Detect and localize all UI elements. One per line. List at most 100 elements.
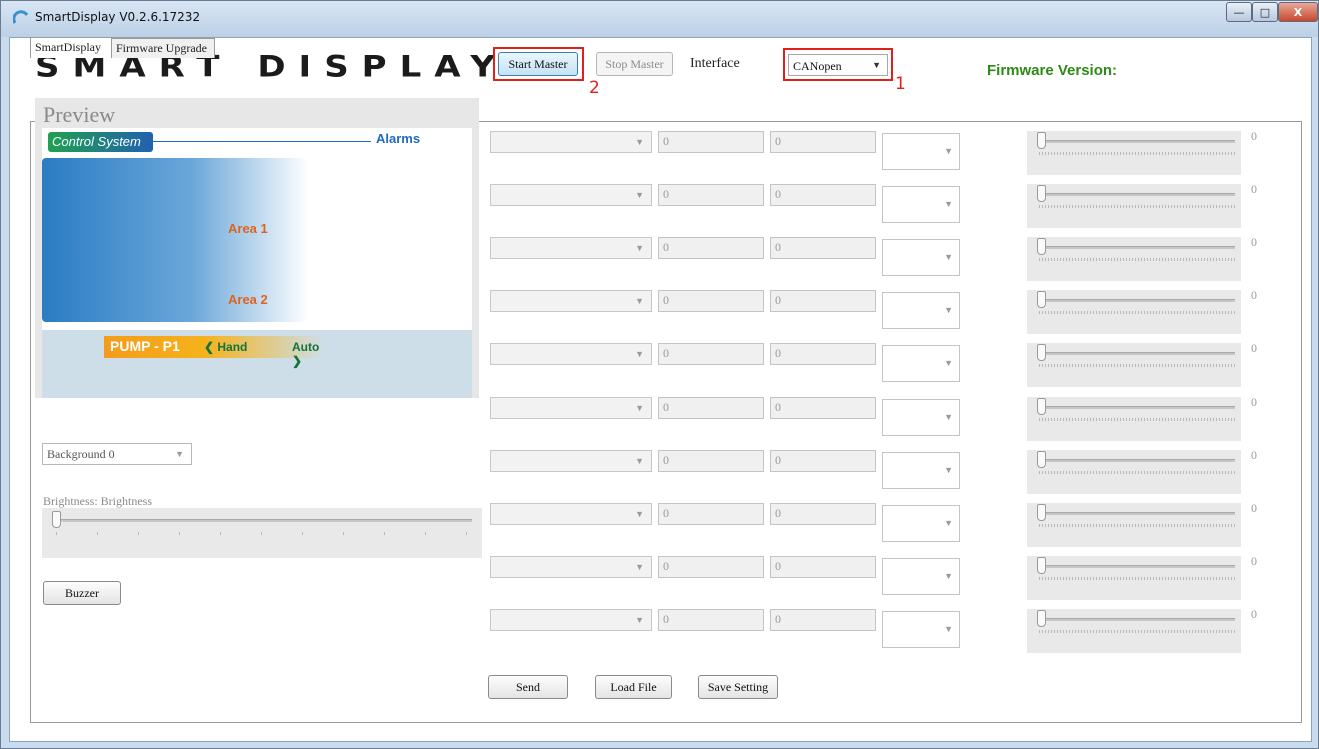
chevron-down-icon: ▼	[944, 518, 953, 528]
maximize-icon: □	[1259, 5, 1271, 19]
row-select[interactable]: ▼	[490, 503, 652, 525]
brightness-thumb[interactable]	[52, 511, 61, 528]
chevron-down-icon: ▼	[635, 403, 644, 413]
row-slider[interactable]	[1027, 503, 1241, 547]
row-updown[interactable]: ▼	[882, 239, 960, 276]
row-select[interactable]: ▼	[490, 290, 652, 312]
row-slider-track	[1037, 246, 1235, 249]
chevron-down-icon: ▼	[944, 305, 953, 315]
send-button[interactable]: Send	[488, 675, 568, 699]
row-slider[interactable]	[1027, 131, 1241, 175]
row-slider-thumb[interactable]	[1037, 132, 1046, 149]
row-value-a[interactable]: 0	[658, 184, 764, 206]
row-slider-track	[1037, 352, 1235, 355]
row-value-a[interactable]: 0	[658, 237, 764, 259]
row-slider-thumb[interactable]	[1037, 238, 1046, 255]
row-slider-thumb[interactable]	[1037, 557, 1046, 574]
row-slider-value: 0	[1251, 182, 1257, 196]
row-slider-thumb[interactable]	[1037, 451, 1046, 468]
row-value-b[interactable]: 0	[770, 503, 876, 525]
row-slider-track	[1037, 565, 1235, 568]
row-value-a[interactable]: 0	[658, 290, 764, 312]
row-updown[interactable]: ▼	[882, 345, 960, 382]
row-slider-value: 0	[1251, 288, 1257, 302]
row-updown[interactable]: ▼	[882, 186, 960, 223]
row-slider-thumb[interactable]	[1037, 185, 1046, 202]
row-select[interactable]: ▼	[490, 556, 652, 578]
chevron-down-icon: ▼	[635, 137, 644, 147]
alarm-line	[153, 141, 371, 142]
row-value-a[interactable]: 0	[658, 343, 764, 365]
brightness-slider[interactable]	[42, 508, 482, 558]
load-file-button[interactable]: Load File	[595, 675, 672, 699]
chevron-down-icon: ▼	[944, 146, 953, 156]
row-slider[interactable]	[1027, 237, 1241, 281]
row-value-b[interactable]: 0	[770, 397, 876, 419]
row-updown[interactable]: ▼	[882, 558, 960, 595]
chevron-down-icon: ▼	[635, 190, 644, 200]
row-value-b[interactable]: 0	[770, 450, 876, 472]
row-select[interactable]: ▼	[490, 343, 652, 365]
row-select[interactable]: ▼	[490, 450, 652, 472]
row-slider-value: 0	[1251, 501, 1257, 515]
row-slider-thumb[interactable]	[1037, 398, 1046, 415]
row-slider[interactable]	[1027, 397, 1241, 441]
row-value-b[interactable]: 0	[770, 556, 876, 578]
row-value-a[interactable]: 0	[658, 609, 764, 631]
row-value-a[interactable]: 0	[658, 556, 764, 578]
chevron-down-icon: ▼	[944, 252, 953, 262]
annotation-1: 1	[895, 74, 906, 94]
row-value-b[interactable]: 0	[770, 131, 876, 153]
pump-badge: PUMP - P1 ❮ Hand Auto ❯	[104, 336, 324, 368]
row-select[interactable]: ▼	[490, 131, 652, 153]
row-slider-thumb[interactable]	[1037, 504, 1046, 521]
row-select[interactable]: ▼	[490, 609, 652, 631]
background-select[interactable]: Background 0 ▼	[42, 443, 192, 465]
row-slider[interactable]	[1027, 609, 1241, 653]
row-value-b[interactable]: 0	[770, 237, 876, 259]
row-updown[interactable]: ▼	[882, 292, 960, 329]
row-slider-thumb[interactable]	[1037, 344, 1046, 361]
row-slider[interactable]	[1027, 290, 1241, 334]
maximize-button[interactable]: □	[1252, 2, 1278, 22]
annotation-2: 2	[589, 78, 600, 98]
row-slider-thumb[interactable]	[1037, 610, 1046, 627]
row-value-a[interactable]: 0	[658, 503, 764, 525]
minimize-button[interactable]: —	[1226, 2, 1252, 22]
row-slider-thumb[interactable]	[1037, 291, 1046, 308]
tab-smartdisplay[interactable]: SmartDisplay	[30, 37, 112, 58]
row-value-b[interactable]: 0	[770, 343, 876, 365]
row-slider[interactable]	[1027, 450, 1241, 494]
brightness-label: Brightness: Brightness	[43, 494, 153, 508]
tab-firmware-upgrade[interactable]: Firmware Upgrade	[111, 38, 215, 58]
row-slider-ticks	[1039, 311, 1235, 314]
title-bar[interactable]: SmartDisplay V0.2.6.17232 — □ X	[1, 1, 1318, 37]
stop-master-button[interactable]: Stop Master	[596, 52, 673, 76]
hand-label: ❮ Hand	[204, 340, 248, 354]
row-slider[interactable]	[1027, 184, 1241, 228]
save-setting-button[interactable]: Save Setting	[698, 675, 778, 699]
row-value-b[interactable]: 0	[770, 184, 876, 206]
row-value-b[interactable]: 0	[770, 290, 876, 312]
row-updown[interactable]: ▼	[882, 505, 960, 542]
buzzer-button[interactable]: Buzzer	[43, 581, 121, 605]
row-slider[interactable]	[1027, 343, 1241, 387]
row-select[interactable]: ▼	[490, 184, 652, 206]
close-button[interactable]: X	[1278, 2, 1318, 22]
row-slider-ticks	[1039, 205, 1235, 208]
background-select-value: Background 0	[47, 447, 115, 461]
row-value-a[interactable]: 0	[658, 397, 764, 419]
row-slider[interactable]	[1027, 556, 1241, 600]
row-updown[interactable]: ▼	[882, 611, 960, 648]
chevron-down-icon: ▼	[635, 243, 644, 253]
row-value-a[interactable]: 0	[658, 131, 764, 153]
row-slider-ticks	[1039, 630, 1235, 633]
row-select[interactable]: ▼	[490, 237, 652, 259]
firmware-version-label: Firmware Version:	[987, 62, 1118, 79]
row-updown[interactable]: ▼	[882, 452, 960, 489]
row-updown[interactable]: ▼	[882, 133, 960, 170]
row-value-a[interactable]: 0	[658, 450, 764, 472]
row-updown[interactable]: ▼	[882, 399, 960, 436]
row-value-b[interactable]: 0	[770, 609, 876, 631]
row-select[interactable]: ▼	[490, 397, 652, 419]
